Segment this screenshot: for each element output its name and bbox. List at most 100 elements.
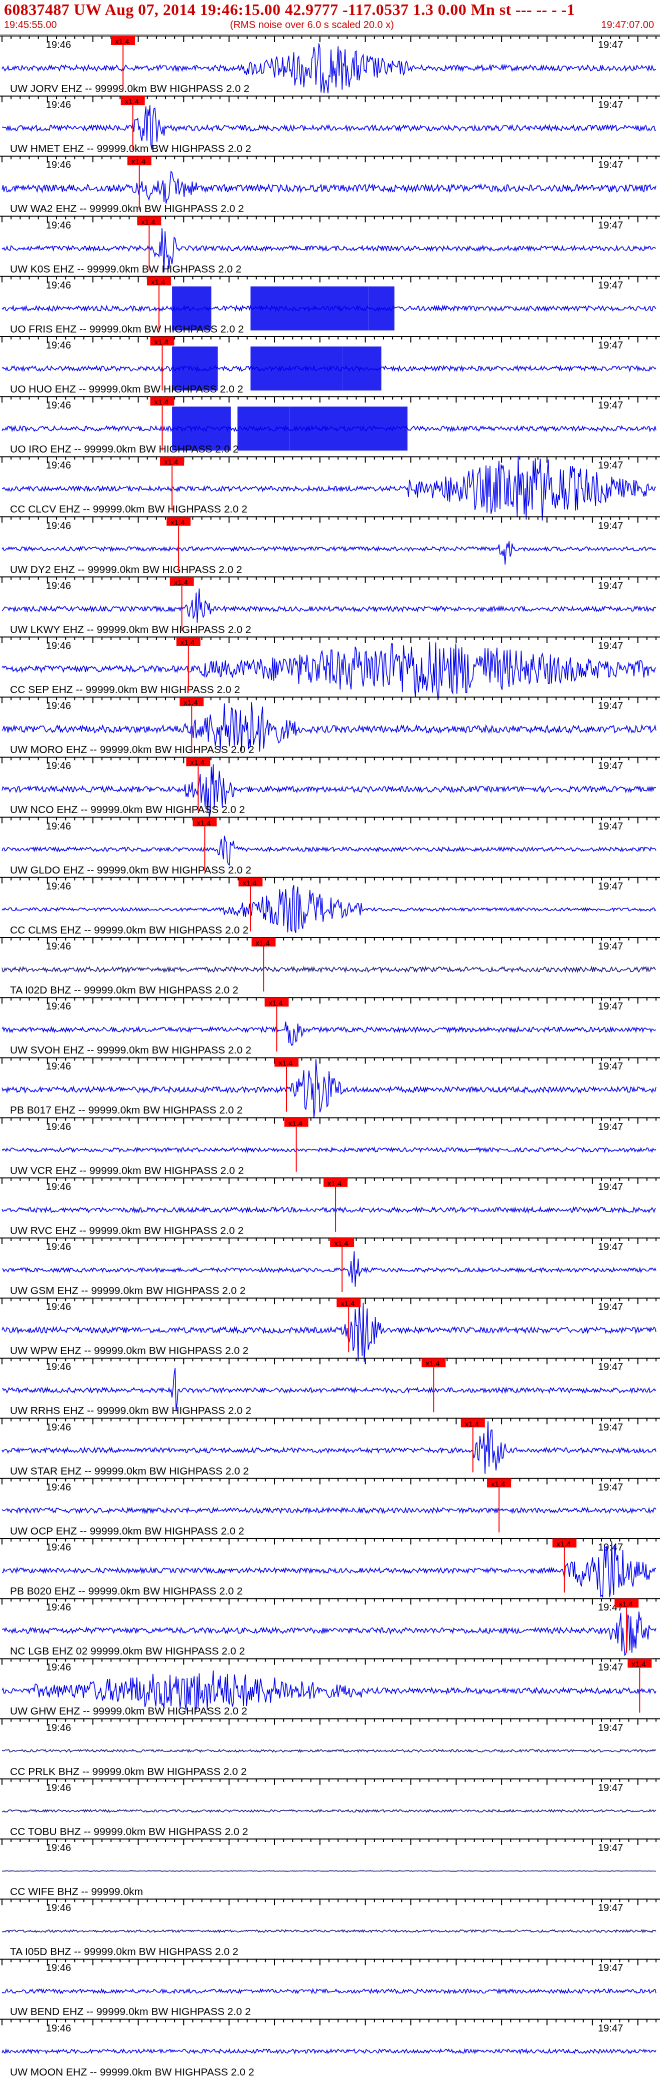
channel-label: UW DY2 EHZ -- 99999.0km BW HIGHPASS 2.0 … (10, 564, 242, 576)
tick-label-right: 19:47 (598, 1242, 623, 1253)
tick-label-right: 19:47 (598, 1783, 623, 1794)
pick-label: x1.4 (171, 518, 185, 527)
tick-label-right: 19:47 (598, 1543, 623, 1554)
pick-label: x1.4 (154, 398, 168, 407)
pick-label: x1.4 (180, 638, 194, 647)
channel-row: 19:46 19:47 TA I05D BHZ -- 99999.0km BW HI… (0, 1898, 660, 1958)
pick-label: x1.4 (288, 1119, 302, 1128)
pick-label: x1.4 (184, 698, 198, 707)
channel-row: 19:46 19:47 UO HUO EHZ -- 99999.0km BW HIG… (0, 336, 660, 396)
channel-label: UW WA2 EHZ -- 99999.0km BW HIGHPASS 2.0 … (10, 203, 244, 215)
window-start-time: 19:45:55.00 (4, 20, 57, 31)
channel-row: 19:46 19:47 UW BEND EHZ -- 99999.0km BW HI… (0, 1958, 660, 2018)
waveform-trace (1, 1808, 657, 1813)
tick-label-left: 19:46 (46, 1543, 71, 1554)
channel-label: UW LKWY EHZ -- 99999.0km BW HIGHPASS 2.0… (10, 624, 251, 636)
pick-label: x1.4 (174, 578, 188, 587)
channel-row: 19:46 19:47 UW DY2 EHZ -- 99999.0km BW HIG… (0, 516, 660, 576)
scaling-note: (RMS noise over 6.0 s scaled 20.0 x) (230, 20, 394, 31)
channel-row: 19:46 19:47 CC SEP EHZ -- 99999.0km BW HIG… (0, 636, 660, 699)
tick-label-left: 19:46 (46, 220, 71, 231)
tick-label-left: 19:46 (46, 160, 71, 171)
saturated-signal (250, 286, 369, 331)
channel-label: UW GHW EHZ -- 99999.0km BW HIGHPASS 2.0 … (10, 1706, 247, 1718)
tick-label-right: 19:47 (598, 1362, 623, 1373)
tick-label-right: 19:47 (598, 461, 623, 472)
channel-row: 19:46 19:47 UO FRIS EHZ -- 99999.0km BW HI… (0, 275, 660, 335)
tick-label-left: 19:46 (46, 1723, 71, 1734)
tick-label-left: 19:46 (46, 1603, 71, 1614)
waveform-trace (1, 588, 657, 623)
channel-row: 19:46 19:47 UW OCP EHZ -- 99999.0km BW HIG… (0, 1477, 660, 1537)
waveform-trace (1, 541, 657, 565)
tick-label-left: 19:46 (46, 881, 71, 892)
tick-label-left: 19:46 (46, 701, 71, 712)
tick-label-left: 19:46 (46, 1422, 71, 1433)
channel-row: 19:46 19:47 UW WPW EHZ -- 99999.0km BW HIG… (0, 1297, 660, 1362)
tick-label-left: 19:46 (46, 401, 71, 412)
channel-row: 19:46 19:47 UW RVC EHZ -- 99999.0km BW HIG… (0, 1177, 660, 1237)
tick-label-right: 19:47 (598, 641, 623, 652)
channel-label: UW WPW EHZ -- 99999.0km BW HIGHPASS 2.0 … (10, 1345, 249, 1357)
tick-label-left: 19:46 (46, 1663, 71, 1674)
waveform-trace (1, 1987, 657, 1995)
channel-row: 19:46 19:47 CC PRLK BHZ -- 99999.0km BW HI… (0, 1718, 660, 1778)
channel-label: CC SEP EHZ -- 99999.0km BW HIGHPASS 2.0 … (10, 684, 240, 696)
pick-label: x1.4 (154, 338, 168, 347)
tick-label-left: 19:46 (46, 1482, 71, 1493)
pick-label: x1.4 (141, 217, 155, 226)
tick-label-right: 19:47 (598, 1182, 623, 1193)
tick-label-left: 19:46 (46, 761, 71, 772)
tick-label-right: 19:47 (598, 821, 623, 832)
channel-label: UO IRO EHZ -- 99999.0km BW HIGHPASS 2.0 … (10, 444, 239, 456)
tick-label-right: 19:47 (598, 1302, 623, 1313)
pick-label: x1.4 (632, 1660, 646, 1669)
channel-label: UO HUO EHZ -- 99999.0km BW HIGHPASS 2.0 … (10, 384, 243, 396)
channel-row: 19:46 19:47 UW MORO EHZ -- 99999.0km BW HI… (0, 696, 660, 756)
tick-label-right: 19:47 (598, 1843, 623, 1854)
channel-row: 19:46 19:47 CC CLCV EHZ -- 99999.0km BW HI… (0, 455, 660, 521)
waveform-trace (1, 1146, 657, 1154)
channel-label: TA I02D BHZ -- 99999.0km BW HIGHPASS 2.0… (10, 985, 239, 997)
channel-label: UW BEND EHZ -- 99999.0km BW HIGHPASS 2.0… (10, 2006, 251, 2018)
channel-row: 19:46 19:47 UW GLDO EHZ -- 99999.0km BW HI… (0, 816, 660, 876)
channel-row: 19:46 19:47 PB B020 EHZ -- 99999.0km BW HI… (0, 1538, 660, 1599)
tick-label-right: 19:47 (598, 701, 623, 712)
tick-label-right: 19:47 (598, 401, 623, 412)
tick-label-left: 19:46 (46, 1122, 71, 1133)
channel-row: 19:46 19:47 CC TOBU BHZ -- 99999.0km BW HI… (0, 1778, 660, 1838)
waveform-trace (1, 1251, 657, 1287)
pick-label: x1.4 (151, 277, 165, 286)
tick-label-left: 19:46 (46, 2023, 71, 2034)
tick-label-left: 19:46 (46, 1783, 71, 1794)
tick-label-left: 19:46 (46, 40, 71, 51)
channel-label: UW HMET EHZ -- 99999.0km BW HIGHPASS 2.0… (10, 143, 251, 155)
pick-label: x1.4 (328, 1179, 342, 1188)
tick-label-right: 19:47 (598, 1122, 623, 1133)
event-title: 60837487 UW Aug 07, 2014 19:46:15.00 42.… (4, 2, 575, 19)
channel-row: 19:46 19:47 UW WA2 EHZ -- 99999.0km BW HIG… (0, 155, 660, 215)
channel-row: 19:46 19:47 CC CLMS EHZ -- 99999.0km BW HI… (0, 876, 660, 936)
tick-label-right: 19:47 (598, 942, 623, 953)
tick-label-right: 19:47 (598, 1422, 623, 1433)
pick-label: x1.4 (125, 97, 139, 106)
channel-label: UW GSM EHZ -- 99999.0km BW HIGHPASS 2.0 … (10, 1285, 246, 1297)
tick-label-left: 19:46 (46, 1903, 71, 1914)
channel-label: UW GLDO EHZ -- 99999.0km BW HIGHPASS 2.0… (10, 864, 252, 876)
waveform-trace (1, 965, 657, 974)
pick-label: x1.4 (269, 999, 283, 1008)
channel-label: TA I05D BHZ -- 99999.0km BW HIGHPASS 2.0… (10, 1946, 239, 1958)
channel-label: UW OCP EHZ -- 99999.0km BW HIGHPASS 2.0 … (10, 1525, 244, 1537)
tick-label-right: 19:47 (598, 1723, 623, 1734)
tick-label-right: 19:47 (598, 40, 623, 51)
channel-label: UW MOON EHZ -- 99999.0km BW HIGHPASS 2.0… (10, 2066, 254, 2078)
tick-label-right: 19:47 (598, 1062, 623, 1073)
pick-label: x1.4 (491, 1479, 505, 1488)
tick-label-left: 19:46 (46, 1242, 71, 1253)
pick-label: x1.4 (334, 1239, 348, 1248)
tick-label-right: 19:47 (598, 881, 623, 892)
channel-row: 19:46 19:47NC LGB EHZ 02 99999.0km BW HIG… (0, 1598, 660, 1658)
channel-label: CC CLMS EHZ -- 99999.0km BW HIGHPASS 2.0… (10, 924, 249, 936)
waveform-trace (2, 1870, 656, 1872)
tick-label-left: 19:46 (46, 461, 71, 472)
